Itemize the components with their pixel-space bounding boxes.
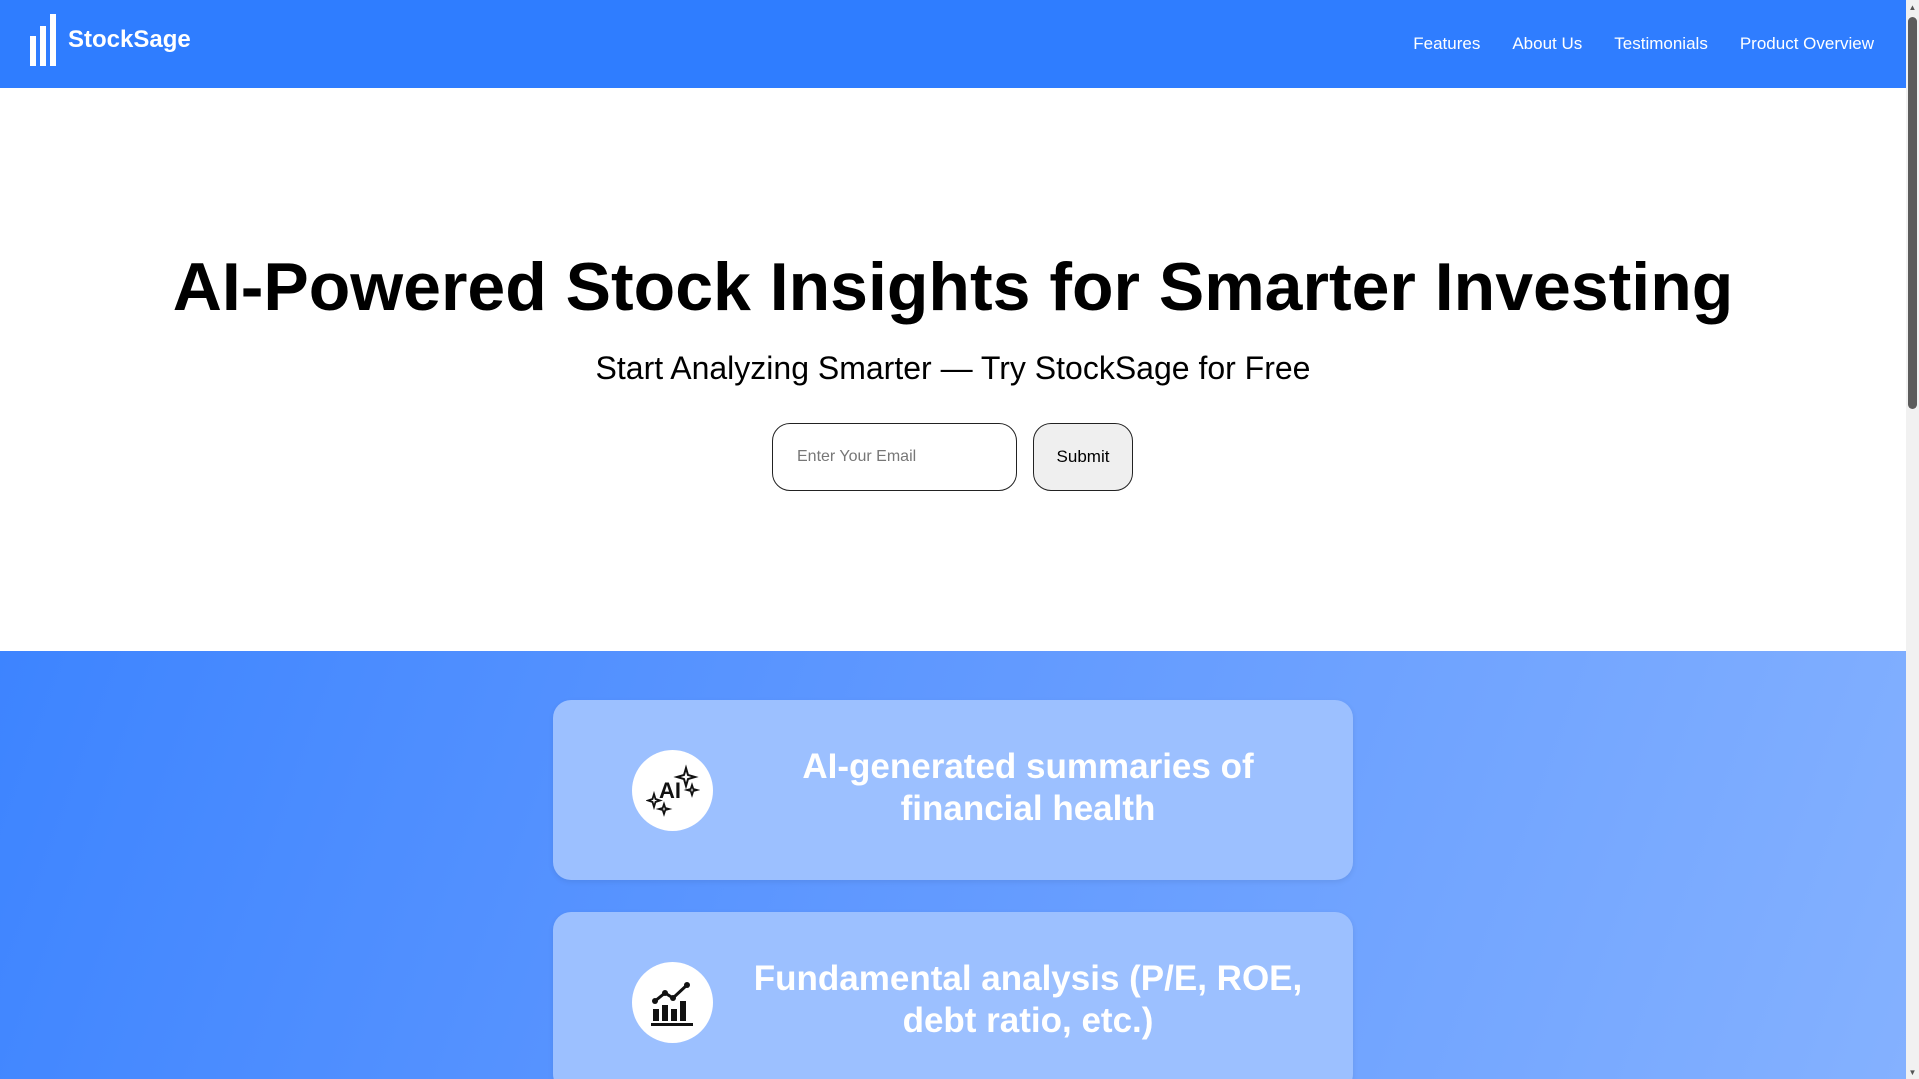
- nav-link-testimonials[interactable]: Testimonials: [1614, 34, 1708, 54]
- features-section: AI AI-generated summaries of financial h…: [0, 651, 1906, 1079]
- feature-card-ai-summaries: AI AI-generated summaries of financial h…: [553, 700, 1353, 880]
- ai-sparkles-icon: AI: [632, 750, 713, 831]
- feature-card-fundamental-analysis: Fundamental analysis (P/E, ROE, debt rat…: [553, 912, 1353, 1079]
- hero-title: AI-Powered Stock Insights for Smarter In…: [172, 249, 1734, 325]
- bar-chart-logo-icon: [30, 14, 56, 66]
- main-nav: Features About Us Testimonials Product O…: [1413, 0, 1874, 88]
- scrollbar-thumb[interactable]: [1908, 17, 1917, 409]
- feature-text: AI-generated summaries of financial heal…: [802, 747, 1254, 828]
- nav-link-product-overview[interactable]: Product Overview: [1740, 34, 1874, 54]
- nav-link-features[interactable]: Features: [1413, 34, 1480, 54]
- hero-subtitle: Start Analyzing Smarter — Try StockSage …: [595, 350, 1311, 386]
- hero-section: AI-Powered Stock Insights for Smarter In…: [0, 88, 1906, 651]
- submit-button[interactable]: Submit: [1033, 423, 1133, 491]
- brand-logo-link[interactable]: StockSage: [30, 14, 191, 66]
- top-navbar: StockSage Features About Us Testimonials…: [0, 0, 1906, 88]
- svg-text:AI: AI: [659, 778, 681, 803]
- email-input[interactable]: [772, 423, 1017, 491]
- feature-text: Fundamental analysis (P/E, ROE, debt rat…: [753, 959, 1303, 1040]
- page-scrollbar[interactable]: ▲ ▼: [1906, 0, 1919, 1079]
- scroll-up-arrow-icon[interactable]: ▲: [1906, 0, 1919, 14]
- nav-link-about-us[interactable]: About Us: [1512, 34, 1582, 54]
- growth-chart-icon: [632, 962, 713, 1043]
- landing-page: StockSage Features About Us Testimonials…: [0, 0, 1906, 1079]
- scroll-down-arrow-icon[interactable]: ▼: [1906, 1065, 1919, 1079]
- brand-name: StockSage: [68, 26, 191, 53]
- email-signup-form: Submit: [772, 423, 1133, 491]
